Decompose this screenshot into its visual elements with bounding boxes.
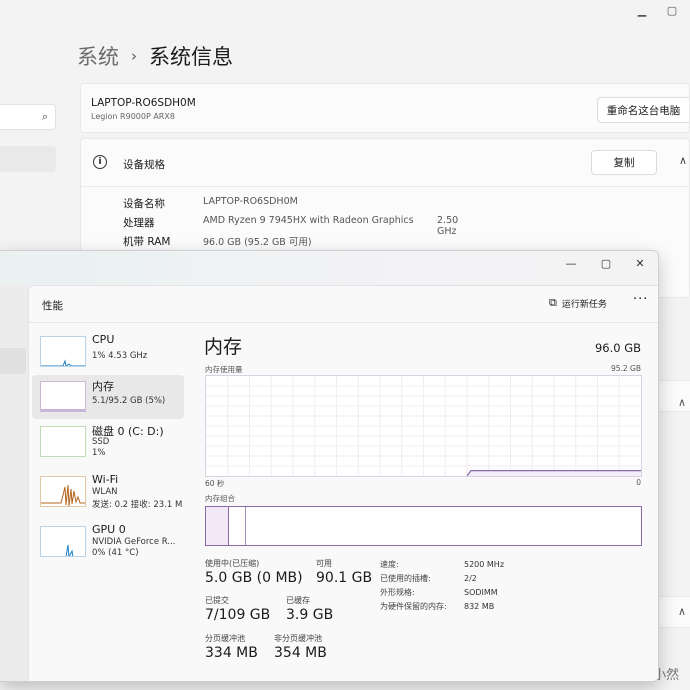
property-form-factor: 外形规格: SODIMM — [380, 588, 498, 597]
pc-name: LAPTOP-RO6SDH0M — [91, 97, 196, 109]
title-bar[interactable]: — ▢ ✕ — [0, 251, 658, 285]
chevron-up-icon[interactable]: ∧ — [678, 605, 686, 618]
breadcrumb: 系统 › 系统信息 — [77, 41, 233, 71]
usage-area — [467, 470, 641, 476]
memory-title: 内存 — [204, 336, 243, 358]
info-icon: i — [93, 155, 107, 169]
axis-time-label: 60 秒 — [205, 479, 225, 488]
minimize-button[interactable]: — — [560, 257, 582, 271]
page-title: 系统信息 — [149, 45, 233, 69]
divider — [81, 186, 689, 187]
resource-detail: 5.1/95.2 GB (5%) — [92, 396, 166, 406]
property-reserved: 为硬件保留的内存: 832 MB — [380, 602, 495, 611]
resource-item-gpu[interactable]: GPU 0 NVIDIA GeForce R... 0% (41 °C) — [32, 520, 184, 564]
run-new-task-label: 运行新任务 — [561, 299, 607, 310]
sidebar-item-selected[interactable] — [0, 146, 56, 172]
memory-mini-graph — [40, 381, 86, 412]
resource-item-disk[interactable]: 磁盘 0 (C: D:) SSD 1% — [32, 420, 184, 464]
composition-in-use — [206, 507, 230, 545]
resource-name: GPU 0 — [92, 523, 126, 536]
memory-max-label: 95.2 GB — [610, 364, 641, 373]
run-new-task-button[interactable]: ⧉ 运行新任务 — [549, 296, 607, 310]
composition-modified — [229, 507, 247, 545]
resource-detail: 0% (41 °C) — [92, 548, 139, 558]
resource-detail: SSD — [92, 437, 110, 447]
maximize-button[interactable]: ▢ — [662, 4, 682, 20]
resource-name: CPU — [92, 333, 115, 346]
disk-mini-graph — [40, 426, 86, 457]
maximize-button[interactable]: ▢ — [595, 257, 617, 271]
resource-list: CPU 1% 4.53 GHz 内存 5.1/95.2 GB (5%) 磁盘 0… — [29, 324, 189, 681]
page-title: 性能 — [42, 300, 63, 312]
search-icon: ⌕ — [41, 110, 48, 123]
property-slots: 已使用的插槽: 2/2 — [380, 574, 477, 583]
nav-item-performance[interactable] — [0, 348, 26, 374]
rename-pc-button[interactable]: 重命名这台电脑 — [597, 97, 689, 123]
axis-zero-label: 0 — [636, 478, 641, 487]
spec-row-ram: 机带 RAM 96.0 GB (95.2 GB 可用) — [123, 236, 312, 248]
cpu-mini-graph — [40, 336, 86, 367]
resource-name: Wi-Fi — [92, 473, 119, 486]
memory-usage-graph — [205, 375, 642, 477]
gpu-mini-line — [65, 544, 74, 556]
new-task-icon: ⧉ — [549, 296, 557, 309]
resource-item-cpu[interactable]: CPU 1% 4.53 GHz — [32, 330, 184, 374]
memory-composition-label: 内存组合 — [205, 494, 235, 503]
copy-button[interactable]: 复制 — [591, 150, 657, 175]
stat-in-use: 使用中(已压缩) 5.0 GB (0 MB) — [205, 559, 303, 586]
performance-pane: 性能 ⧉ 运行新任务 ··· CPU 1% 4.53 GHz 内存 5.1/95… — [28, 285, 658, 681]
gpu-mini-graph — [40, 526, 86, 557]
resource-detail: 1% 4.53 GHz — [92, 351, 148, 361]
divider — [29, 322, 658, 323]
more-options-icon[interactable]: ··· — [633, 292, 648, 307]
property-speed: 速度: 5200 MHz — [380, 560, 505, 569]
pc-model: Legion R9000P ARX8 — [91, 112, 175, 121]
cpu-mini-line — [41, 359, 85, 366]
task-manager-window: — ▢ ✕ 性能 ⧉ 运行新任务 ··· CPU 1% 4.53 GHz 内存 … — [0, 250, 659, 682]
stat-available: 可用 90.1 GB — [316, 559, 373, 586]
resource-detail: NVIDIA GeForce R... — [92, 537, 176, 547]
spec-row-device-name: 设备名称 LAPTOP-RO6SDH0M — [123, 196, 298, 210]
nav-rail — [0, 285, 28, 681]
close-button[interactable]: ✕ — [629, 257, 651, 271]
chevron-right-icon: › — [131, 47, 137, 65]
wifi-mini-line — [41, 484, 85, 506]
resource-detail: WLAN — [92, 487, 118, 497]
memory-composition-bar — [205, 506, 642, 546]
device-specs-title: 设备规格 — [123, 159, 165, 171]
chevron-up-icon[interactable]: ∧ — [679, 154, 687, 167]
resource-item-wifi[interactable]: Wi-Fi WLAN 发送: 0.2 接收: 23.1 M — [32, 470, 184, 514]
memory-usage-label: 内存使用量 — [205, 365, 243, 374]
resource-detail: 1% — [92, 448, 106, 458]
resource-item-memory[interactable]: 内存 5.1/95.2 GB (5%) — [32, 375, 184, 419]
pc-name-card: LAPTOP-RO6SDH0M Legion R9000P ARX8 重命名这台… — [80, 83, 690, 133]
breadcrumb-system[interactable]: 系统 — [77, 41, 119, 71]
memory-detail: 内存 96.0 GB 内存使用量 95.2 GB 60 秒 0 内存组合 使用中… — [199, 324, 658, 681]
search-input[interactable]: ⌕ — [0, 104, 56, 130]
stat-cached: 已缓存 3.9 GB — [286, 596, 334, 623]
stat-paged-pool: 分页缓冲池 334 MB — [205, 634, 258, 661]
chevron-up-icon[interactable]: ∧ — [678, 396, 686, 409]
minimize-button[interactable]: ▁ — [632, 4, 652, 20]
stat-nonpaged-pool: 非分页缓冲池 354 MB — [274, 634, 327, 661]
memory-total: 96.0 GB — [594, 341, 641, 355]
stat-committed: 已提交 7/109 GB — [205, 596, 271, 623]
wifi-mini-graph — [40, 476, 86, 507]
spec-row-processor: 处理器 AMD Ryzen 9 7945HX with Radeon Graph… — [123, 215, 459, 237]
resource-detail: 发送: 0.2 接收: 23.1 M — [92, 500, 183, 510]
resource-name: 内存 — [92, 380, 114, 393]
